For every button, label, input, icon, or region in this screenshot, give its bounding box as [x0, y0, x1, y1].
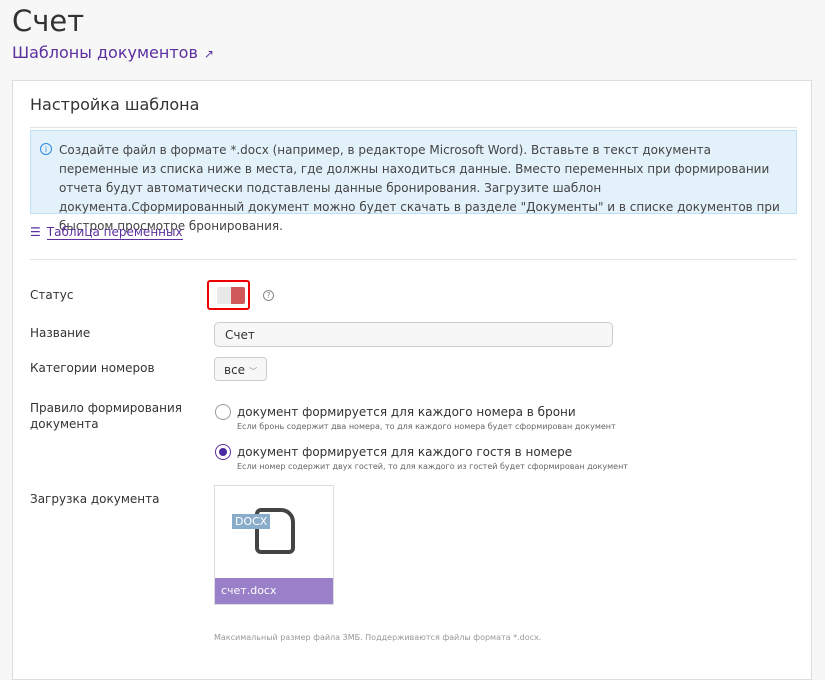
rule-text: документ формируется для каждого номера … [237, 405, 576, 419]
rule-label: Правило формирования документа [30, 401, 183, 431]
variables-link-label: Таблица переменных [46, 225, 183, 240]
file-type-badge: DOCX [232, 514, 271, 529]
divider [30, 127, 797, 128]
status-label: Статус [30, 288, 74, 302]
uploaded-file-card[interactable]: DOCX счет.docx [214, 485, 334, 605]
status-toggle[interactable] [207, 280, 250, 310]
document-templates-link[interactable]: Шаблоны документов ↗ [12, 43, 214, 62]
rule-hint: Если бронь содержит два номера, то для к… [237, 422, 616, 431]
divider [30, 259, 797, 260]
chevron-down-icon: ﹀ [249, 367, 258, 376]
list-icon: ☰ [30, 225, 41, 239]
rule-text: документ формируется для каждого гостя в… [237, 445, 573, 459]
info-text: Создайте файл в формате *.docx (например… [59, 143, 780, 233]
info-box: i Создайте файл в формате *.docx (наприме… [30, 130, 797, 233]
variables-table-link[interactable]: ☰ Таблица переменных [30, 225, 183, 240]
external-link-icon: ↗ [203, 47, 214, 61]
upload-note: Максимальный размер файла 3МБ. Поддержив… [214, 633, 542, 642]
categories-select[interactable]: все ﹀ [214, 357, 267, 381]
name-label: Название [30, 326, 91, 340]
info-icon: i [40, 143, 52, 155]
link-label: Шаблоны документов [12, 43, 198, 62]
template-settings-card: Настройка шаблона i Создайте файл в форма… [12, 80, 812, 680]
name-input[interactable]: Счет [214, 322, 613, 347]
card-title: Настройка шаблона [30, 95, 200, 114]
page-title: Счет [12, 4, 85, 38]
rule-radio-per-guest[interactable] [215, 444, 231, 460]
help-icon[interactable]: ? [263, 290, 274, 301]
file-name: счет.docx [215, 578, 333, 604]
upload-label: Загрузка документа [30, 492, 160, 506]
rule-hint: Если номер содержит двух гостей, то для … [237, 462, 628, 471]
categories-label: Категории номеров [30, 361, 155, 375]
categories-value: все [224, 363, 246, 377]
rule-radio-per-room[interactable] [215, 404, 231, 420]
